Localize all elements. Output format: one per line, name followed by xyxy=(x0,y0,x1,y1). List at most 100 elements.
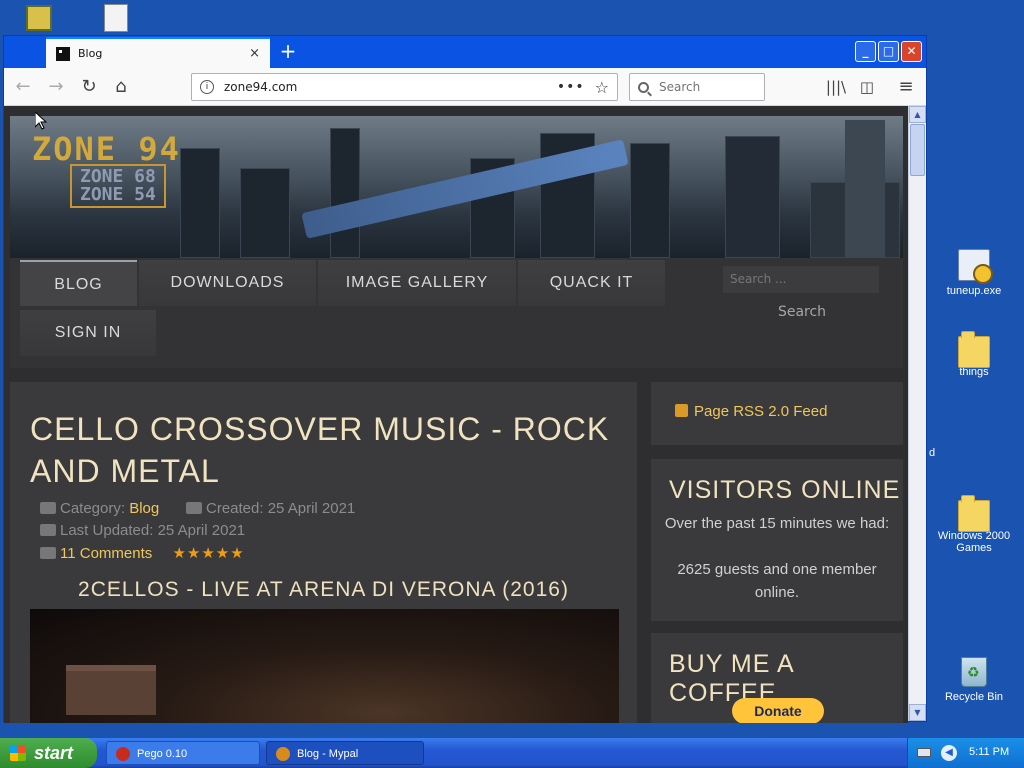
pego-app-icon xyxy=(116,747,130,761)
vertical-scrollbar[interactable]: ▲ ▼ xyxy=(908,106,926,721)
site-logo[interactable]: ZONE 94 xyxy=(32,130,181,168)
mypal-browser-icon xyxy=(276,747,290,761)
address-bar[interactable]: i zone94.com ••• ☆ xyxy=(191,73,618,101)
article-category: Category: Blog xyxy=(40,500,159,517)
back-arrow-icon[interactable]: ← xyxy=(12,76,34,98)
start-button[interactable]: start xyxy=(0,738,97,768)
desktop-icon-label: Windows 2000 Games xyxy=(937,530,1011,554)
visitors-module: VISITORS ONLINE Over the past 15 minutes… xyxy=(651,459,903,621)
taskbar-item-pego[interactable]: Pego 0.10 xyxy=(106,741,260,765)
minimize-button[interactable]: _ xyxy=(855,41,876,62)
menu-item-quack-it[interactable]: QUACK IT xyxy=(518,260,665,306)
system-tray: ◀ 5:11 PM xyxy=(907,738,1024,768)
rating-stars[interactable]: ★★★★★ xyxy=(172,545,244,562)
document-shortcut-icon[interactable] xyxy=(104,4,128,32)
window-controls: _ □ ✕ xyxy=(855,41,922,62)
close-window-button[interactable]: ✕ xyxy=(901,41,922,62)
site-info-icon[interactable]: i xyxy=(200,80,214,94)
mouse-cursor-icon xyxy=(35,112,47,130)
visitors-text-2: 2625 guests and one member online. xyxy=(677,561,877,601)
page-actions-icon[interactable]: ••• xyxy=(557,79,585,95)
video-player[interactable] xyxy=(30,609,619,723)
navigation-toolbar: ← → ↻ ⌂ i zone94.com ••• ☆ Search |||\ ◫… xyxy=(4,68,926,106)
taskbar: start Pego 0.10 Blog - Mypal ◀ 5:11 PM xyxy=(0,738,1024,768)
rss-module: Page RSS 2.0 Feed xyxy=(651,382,903,445)
calendar-icon xyxy=(186,502,202,514)
menu-item-image-gallery[interactable]: IMAGE GALLERY xyxy=(318,260,516,306)
desktop-icon-recycle-bin[interactable]: Recycle Bin xyxy=(934,657,1014,703)
updated-date: Last Updated: 25 April 2021 xyxy=(60,522,246,539)
desktop-shortcut-icon[interactable] xyxy=(26,5,52,31)
comment-icon xyxy=(40,547,56,559)
article-created: Created: 25 April 2021 xyxy=(186,500,355,517)
recycle-bin-icon xyxy=(961,657,987,687)
exe-icon xyxy=(958,249,993,284)
task-label: Blog - Mypal xyxy=(297,748,359,760)
site-menu: BLOG DOWNLOADS IMAGE GALLERY QUACK IT SI… xyxy=(10,258,903,368)
desktop-icon-label: tuneup.exe xyxy=(946,285,1002,297)
article-comments: 11 Comments ★★★★★ xyxy=(40,544,245,562)
maximize-button[interactable]: □ xyxy=(878,41,899,62)
menu-item-downloads[interactable]: DOWNLOADS xyxy=(139,260,316,306)
desktop-icon-label: Recycle Bin xyxy=(944,691,1004,703)
page-viewport: ZONE 94 ZONE 68 ZONE 54 BLOG DOWNLOADS I… xyxy=(4,106,908,723)
bookmark-star-icon[interactable]: ☆ xyxy=(595,78,609,97)
rss-label: Page RSS 2.0 Feed xyxy=(694,403,828,420)
rss-link[interactable]: Page RSS 2.0 Feed xyxy=(675,403,827,420)
windows-logo-icon xyxy=(10,745,26,761)
folder-icon xyxy=(958,331,990,368)
donate-button[interactable]: Donate xyxy=(732,698,824,723)
forward-arrow-icon[interactable]: → xyxy=(45,76,67,98)
keyboard-icon[interactable] xyxy=(917,748,931,757)
desktop-icon-tuneup[interactable]: tuneup.exe xyxy=(934,249,1014,297)
article: CELLO CROSSOVER MUSIC - ROCK AND METAL C… xyxy=(10,382,637,723)
hamburger-menu-icon[interactable]: ≡ xyxy=(895,76,917,98)
category-label: Category: xyxy=(60,500,126,517)
tab-close-icon[interactable]: × xyxy=(249,46,260,61)
scroll-thumb[interactable] xyxy=(910,124,925,176)
desktop-icon-things[interactable]: things xyxy=(934,330,1014,378)
tray-arrow-icon[interactable]: ◀ xyxy=(941,745,957,761)
browser-search-input[interactable]: Search xyxy=(629,73,765,101)
logo-subtitle: ZONE 68 ZONE 54 xyxy=(70,164,166,208)
taskbar-item-blog-mypal[interactable]: Blog - Mypal xyxy=(266,741,424,765)
article-updated: Last Updated: 25 April 2021 xyxy=(40,522,245,539)
folder-icon xyxy=(40,502,56,514)
visitors-title: VISITORS ONLINE xyxy=(669,476,901,504)
menu-item-sign-in[interactable]: SIGN IN xyxy=(20,310,156,356)
site-favicon-icon xyxy=(56,46,70,61)
site-banner: ZONE 94 ZONE 68 ZONE 54 xyxy=(10,116,903,258)
category-link[interactable]: Blog xyxy=(129,500,159,517)
folder-icon xyxy=(958,495,990,532)
search-icon xyxy=(638,81,649,93)
task-label: Pego 0.10 xyxy=(137,748,188,760)
rss-icon xyxy=(675,404,688,417)
search-placeholder: Search xyxy=(659,80,701,94)
library-icon[interactable]: |||\ xyxy=(825,76,847,98)
url-text[interactable]: zone94.com xyxy=(224,80,557,94)
scroll-down-icon[interactable]: ▼ xyxy=(909,704,926,721)
arena-arch xyxy=(66,665,156,715)
reload-icon[interactable]: ↻ xyxy=(78,76,100,98)
tab-title: Blog xyxy=(78,47,103,60)
tab-blog[interactable]: Blog × xyxy=(46,37,270,68)
video-title: 2CELLOS - LIVE AT ARENA DI VERONA (2016) xyxy=(78,578,569,601)
site-search-button[interactable]: Search xyxy=(767,298,837,326)
partial-desktop-text: d xyxy=(929,447,936,459)
article-title[interactable]: CELLO CROSSOVER MUSIC - ROCK AND METAL xyxy=(30,408,610,492)
browser-window: Blog × + _ □ ✕ ← → ↻ ⌂ i zone94.com ••• … xyxy=(3,35,927,723)
logo-sub-line: ZONE 54 xyxy=(80,184,156,205)
sidebar-toggle-icon[interactable]: ◫ xyxy=(856,76,878,98)
desktop-icon-windows-2000-games[interactable]: Windows 2000 Games xyxy=(934,494,1014,554)
new-tab-button[interactable]: + xyxy=(276,39,300,63)
coffee-module: BUY ME A COFFEE Donate xyxy=(651,633,903,723)
visitors-text-1: Over the past 15 minutes we had: xyxy=(664,515,890,532)
tab-bar: Blog × + _ □ ✕ xyxy=(4,36,926,68)
start-label: start xyxy=(34,743,74,763)
home-icon[interactable]: ⌂ xyxy=(110,76,132,98)
site-search-input[interactable]: Search ... xyxy=(723,266,879,293)
clock[interactable]: 5:11 PM xyxy=(969,746,1009,758)
scroll-up-icon[interactable]: ▲ xyxy=(909,106,926,123)
comments-link[interactable]: 11 Comments xyxy=(60,545,152,562)
menu-item-blog[interactable]: BLOG xyxy=(20,260,137,306)
